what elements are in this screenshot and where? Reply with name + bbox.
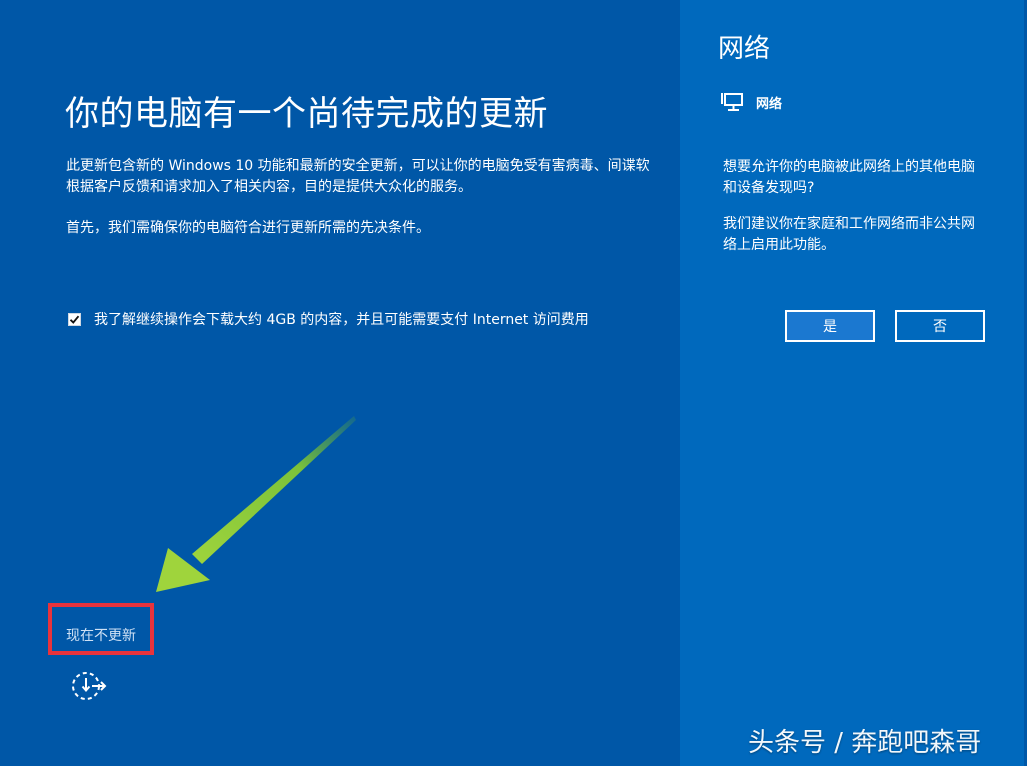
- download-consent-label: 我了解继续操作会下载大约 4GB 的内容，并且可能需要支付 Internet 访…: [94, 312, 589, 328]
- discovery-question: 想要允许你的电脑被此网络上的其他电脑和设备发现吗?: [723, 159, 975, 196]
- no-button[interactable]: 否: [895, 310, 985, 342]
- page-title: 你的电脑有一个尚待完成的更新: [65, 94, 548, 134]
- skip-update-link[interactable]: 现在不更新: [66, 625, 136, 645]
- monitor-network-icon: [721, 93, 743, 111]
- green-arrow-icon: [156, 416, 356, 592]
- prerequisite-text: 首先，我们需确保你的电脑符合进行更新所需的先决条件。: [66, 220, 430, 236]
- update-description: 此更新包含新的 Windows 10 功能和最新的安全更新，可以让你的电脑免受有…: [66, 156, 650, 198]
- network-panel: 网络 网络 想要允许你的电脑被此网络上的其他电脑和设备发现吗? 我们建议你在家庭…: [680, 0, 1027, 766]
- description-line-2: 根据客户反馈和请求加入了相关内容，目的是提供大众化的服务。: [66, 179, 472, 195]
- update-panel: 你的电脑有一个尚待完成的更新 此更新包含新的 Windows 10 功能和最新的…: [0, 0, 680, 766]
- download-consent-checkbox[interactable]: [68, 312, 81, 326]
- checkmark-icon: [69, 315, 80, 324]
- network-panel-title: 网络: [718, 34, 771, 64]
- watermark: 头条号 / 奔跑吧森哥: [748, 728, 982, 758]
- network-name: 网络: [756, 96, 783, 112]
- loading-spinner-icon: [72, 672, 107, 700]
- yes-button[interactable]: 是: [785, 310, 875, 342]
- discovery-recommendation: 我们建议你在家庭和工作网络而非公共网络上启用此功能。: [723, 216, 975, 253]
- description-line-1: 此更新包含新的 Windows 10 功能和最新的安全更新，可以让你的电脑免受有…: [66, 158, 650, 174]
- network-row: 网络: [720, 92, 782, 112]
- download-consent-row[interactable]: 我了解继续操作会下载大约 4GB 的内容，并且可能需要支付 Internet 访…: [68, 309, 589, 329]
